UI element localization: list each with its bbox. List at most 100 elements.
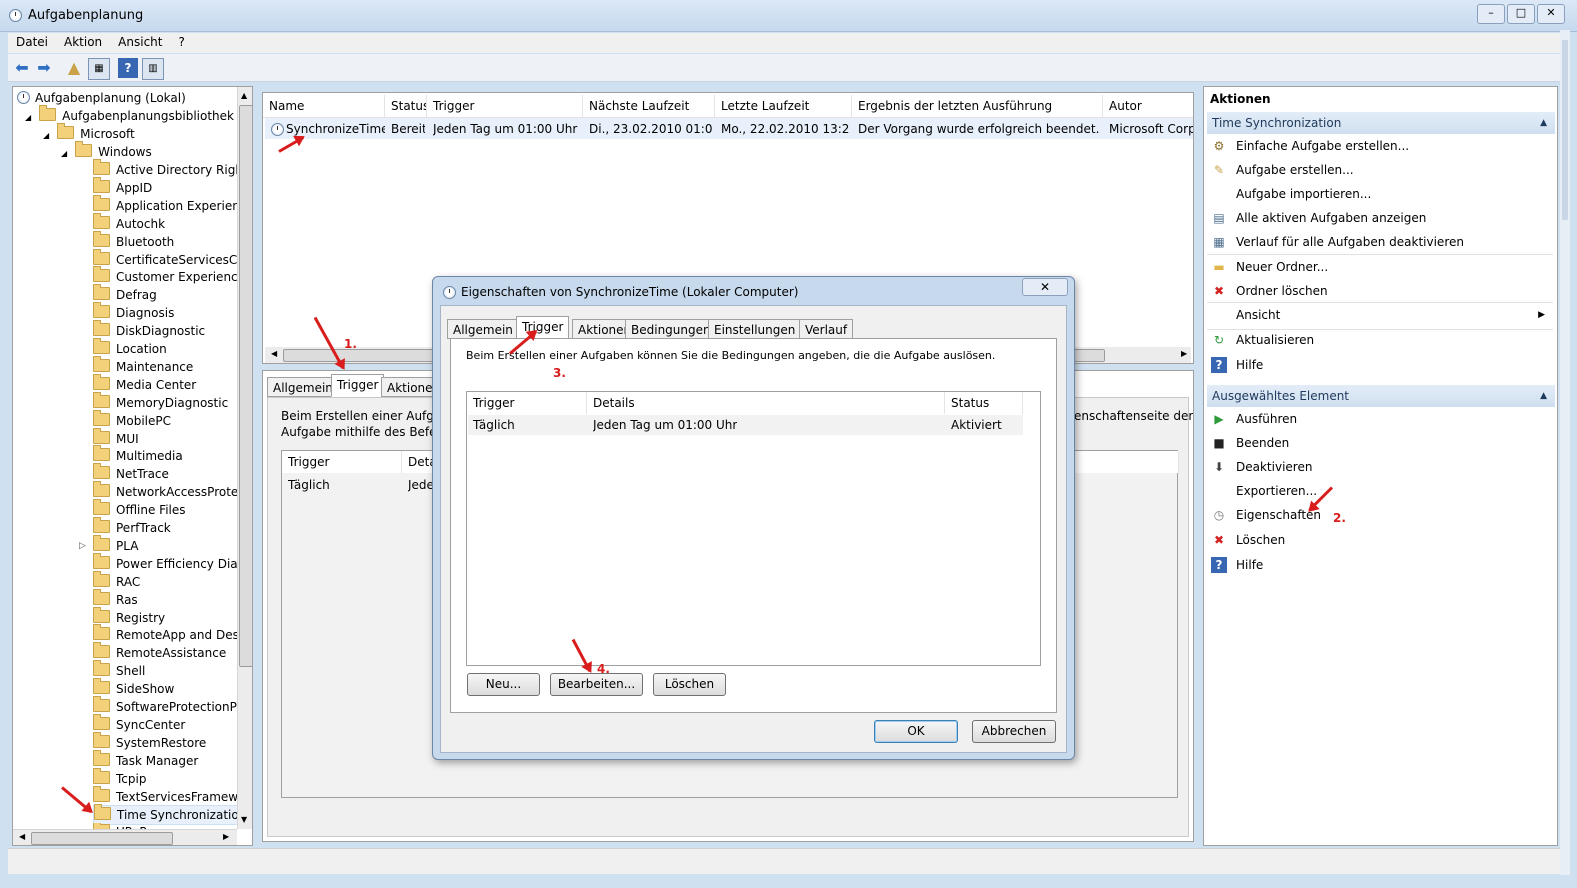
tree-folder-item[interactable]: Location — [93, 338, 167, 358]
edit-trigger-button[interactable]: Bearbeiten... — [550, 673, 643, 696]
tree-folder-item[interactable]: Task Manager — [93, 749, 198, 770]
menu-help[interactable]: ? — [170, 33, 192, 51]
task-col-author[interactable]: Autor — [1103, 95, 1193, 117]
action-item[interactable]: ✎ Aufgabe erstellen... — [1207, 158, 1553, 182]
action-item[interactable]: ◷ Eigenschaften — [1207, 503, 1553, 527]
show-actions-icon[interactable]: ▥ — [142, 58, 164, 80]
collapse-triangle-icon[interactable]: ▲ — [1540, 385, 1547, 407]
tree-folder-item[interactable]: Application Experience — [93, 194, 252, 215]
tree-folder-item[interactable]: Bluetooth — [93, 230, 174, 251]
detail-tab-trigger[interactable]: Trigger — [331, 374, 385, 397]
detail-tab-allgemein[interactable]: Allgemein — [267, 377, 339, 397]
dialog-tab-bedingungen[interactable]: Bedingungen — [625, 319, 717, 339]
tree-folder-item[interactable]: SoftwareProtectionPlat — [93, 696, 252, 716]
tree-windows[interactable]: ◢ Windows — [61, 141, 152, 161]
back-arrow-icon[interactable]: ⬅ — [12, 58, 32, 78]
tree-vertical-scrollbar[interactable]: ▲ ▼ — [237, 87, 252, 829]
action-item[interactable]: ▶ Ausführen — [1207, 407, 1553, 431]
tree-folder-item[interactable]: NetTrace — [93, 463, 169, 483]
collapsed-triangle-icon[interactable]: ▷ — [79, 537, 86, 555]
collapse-triangle-icon[interactable]: ▲ — [1540, 112, 1547, 134]
action-item[interactable]: ⬇ Deaktivieren — [1207, 455, 1553, 479]
action-item[interactable]: ? Hilfe — [1207, 353, 1553, 377]
ok-button[interactable]: OK — [874, 720, 958, 743]
dialog-col-trigger[interactable]: Trigger — [467, 392, 587, 414]
expand-triangle-icon[interactable]: ◢ — [61, 149, 67, 158]
action-item[interactable]: ↻ Aktualisieren — [1207, 328, 1553, 352]
tree-folder-item[interactable]: SyncCenter — [93, 713, 185, 734]
action-item[interactable]: ▬ Neuer Ordner... — [1207, 255, 1553, 279]
expand-triangle-icon[interactable]: ◢ — [25, 113, 31, 122]
minimize-button[interactable]: – — [1477, 4, 1505, 24]
scroll-left-icon[interactable]: ◀ — [19, 832, 25, 841]
tree-folder-item[interactable]: RemoteAssistance — [93, 642, 226, 662]
expand-triangle-icon[interactable]: ◢ — [43, 131, 49, 140]
scroll-left-icon[interactable]: ◀ — [271, 349, 277, 358]
tree-folder-item[interactable]: Media Center — [93, 373, 196, 394]
tree-scroll-thumb[interactable] — [239, 105, 252, 667]
tree-folder-item[interactable]: Diagnosis — [93, 302, 174, 322]
task-col-next-run[interactable]: Nächste Laufzeit — [583, 95, 715, 117]
action-item[interactable]: ✖ Ordner löschen — [1207, 279, 1553, 303]
dialog-col-details[interactable]: Details — [587, 392, 945, 414]
action-item[interactable]: Ansicht ▶ — [1207, 303, 1553, 327]
cancel-button[interactable]: Abbrechen — [972, 720, 1056, 743]
tree-folder-item[interactable]: SystemRestore — [93, 731, 206, 752]
tree-folder-item[interactable]: Multimedia — [93, 445, 183, 465]
tree-folder-item[interactable]: MobilePC — [93, 409, 171, 430]
actions-section-selected[interactable]: Ausgewähltes Element ▲ — [1207, 385, 1555, 407]
menu-ansicht[interactable]: Ansicht — [110, 33, 170, 51]
tree-folder-item[interactable]: Maintenance — [93, 355, 193, 376]
forward-arrow-icon[interactable]: ➡ — [34, 58, 54, 78]
detail-row-trigger[interactable]: Täglich — [288, 475, 330, 495]
actions-section-folder[interactable]: Time Synchronization ▲ — [1207, 112, 1555, 134]
tree-folder-item[interactable]: Tcpip — [93, 767, 146, 788]
dialog-trigger-row[interactable] — [468, 415, 1023, 435]
tree-hscroll-thumb[interactable] — [31, 832, 173, 845]
tree-folder-item[interactable]: Power Efficiency Diagn — [93, 552, 252, 573]
tree-folder-item[interactable]: Defrag — [93, 284, 157, 304]
action-item[interactable]: ? Hilfe — [1207, 553, 1553, 577]
menu-datei[interactable]: Datei — [8, 33, 56, 51]
action-item[interactable]: ▦ Verlauf für alle Aufgaben deaktivieren — [1207, 230, 1553, 254]
tree-folder-item[interactable]: AppID — [93, 176, 152, 197]
action-item[interactable]: Exportieren... — [1207, 479, 1553, 503]
menu-aktion[interactable]: Aktion — [56, 33, 110, 51]
dialog-tab-einstellungen[interactable]: Einstellungen — [708, 319, 802, 339]
tree-folder-item[interactable]: MemoryDiagnostic — [93, 391, 228, 412]
task-col-name[interactable]: Name — [263, 95, 385, 117]
tree-folder-item[interactable]: SideShow — [93, 678, 174, 698]
tree-folder-item[interactable]: Registry — [93, 606, 165, 627]
show-tree-icon[interactable]: ▦ — [88, 58, 110, 80]
tree-folder-item[interactable]: NetworkAccessProtecti — [93, 481, 252, 501]
task-col-last-result[interactable]: Ergebnis der letzten Ausführung — [852, 95, 1103, 117]
dialog-tab-verlauf[interactable]: Verlauf — [799, 319, 854, 339]
new-trigger-button[interactable]: Neu... — [467, 673, 540, 696]
dialog-tab-allgemein[interactable]: Allgemein — [447, 319, 519, 339]
tree-folder-item[interactable]: Autochk — [93, 212, 165, 233]
tree-folder-item[interactable]: DiskDiagnostic — [93, 320, 205, 340]
scroll-down-icon[interactable]: ▼ — [241, 815, 247, 824]
up-folder-icon[interactable]: ▲ — [64, 58, 84, 78]
tree-folder-item[interactable]: Active Directory Rights — [93, 159, 252, 179]
action-item[interactable]: ■ Beenden — [1207, 431, 1553, 455]
tree-folder-item[interactable]: TextServicesFramework — [93, 785, 252, 806]
action-item[interactable]: ⚙ Einfache Aufgabe erstellen... — [1207, 134, 1553, 158]
dialog-tab-trigger[interactable]: Trigger — [516, 316, 570, 339]
tree-horizontal-scrollbar[interactable]: ◀ ▶ — [13, 829, 237, 845]
maximize-button[interactable]: □ — [1507, 4, 1535, 24]
delete-trigger-button[interactable]: Löschen — [653, 673, 726, 696]
task-col-last-run[interactable]: Letzte Laufzeit — [715, 95, 852, 117]
action-item[interactable]: Aufgabe importieren... — [1207, 182, 1553, 206]
tree-microsoft[interactable]: ◢ Microsoft — [43, 123, 135, 143]
tree-folder-item[interactable]: CertificateServicesClien — [93, 248, 252, 269]
dialog-close-button[interactable]: ✕ — [1022, 278, 1068, 296]
tree-folder-item[interactable]: PerfTrack — [93, 517, 171, 537]
scroll-right-icon[interactable]: ▶ — [223, 832, 229, 841]
scroll-right-icon[interactable]: ▶ — [1181, 349, 1187, 358]
scroll-up-icon[interactable]: ▲ — [241, 91, 247, 100]
detail-col-trigger[interactable]: Trigger — [282, 451, 402, 473]
action-item[interactable]: ▤ Alle aktiven Aufgaben anzeigen — [1207, 206, 1553, 230]
tree-folder-item[interactable]: Offline Files — [93, 499, 186, 519]
action-item[interactable]: ✖ Löschen — [1207, 528, 1553, 552]
